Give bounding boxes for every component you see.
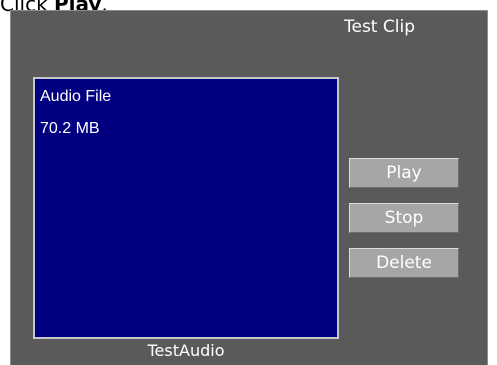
delete-button[interactable]: Delete (349, 248, 459, 278)
clip-thumbnail[interactable]: Audio File 70.2 MB (33, 77, 339, 339)
clip-name-label: TestAudio (147, 341, 225, 360)
clip-panel: Test Clip Audio File 70.2 MB TestAudio P… (10, 10, 488, 365)
play-button[interactable]: Play (349, 158, 459, 188)
stop-button[interactable]: Stop (349, 203, 459, 233)
file-size-label: 70.2 MB (40, 120, 100, 137)
file-type-label: Audio File (40, 88, 112, 105)
clip-title: Test Clip (344, 17, 415, 37)
